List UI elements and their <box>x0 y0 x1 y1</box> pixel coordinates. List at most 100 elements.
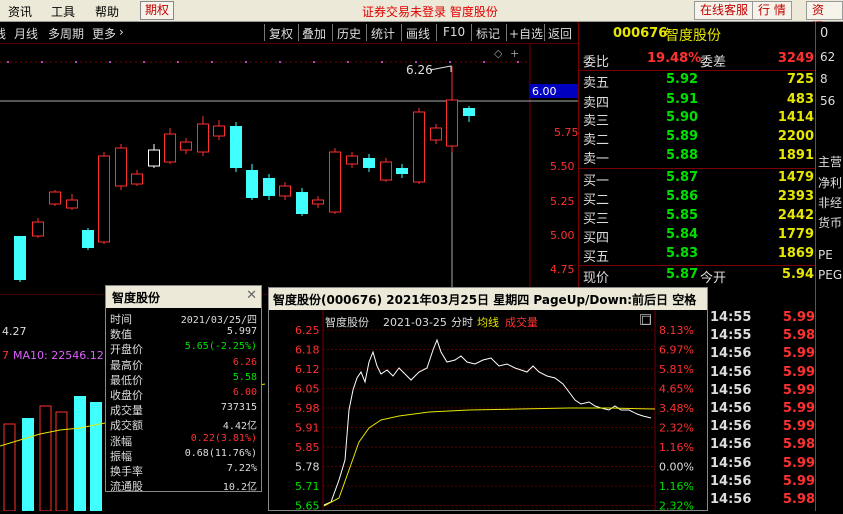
data-window[interactable]: 智度股份 ✕ 时间 2021/03/25/四 数值 5.997 开盘价 5.65(-2.2… <box>105 285 262 494</box>
toolbar-add-watchlist[interactable]: +自选 <box>509 25 543 42</box>
candle-body <box>296 192 308 214</box>
candle-body <box>131 173 143 185</box>
price-tick: 6.25 <box>295 324 320 337</box>
y-tick: 5.75 <box>554 126 578 139</box>
data-window-label: 成交额 <box>110 419 143 433</box>
trade-row: 14:56 5.99 <box>708 346 815 364</box>
price-tick: 5.85 <box>295 441 320 454</box>
trade-row: 14:56 5.99 <box>708 401 815 419</box>
bid-volume: 2442 <box>777 208 814 223</box>
toolbar-adjust[interactable]: 复权 <box>269 25 293 42</box>
weicha-label: 委差 <box>700 55 727 70</box>
price-axis-label: 4.27 <box>2 325 27 338</box>
price-tick: 6.18 <box>295 344 320 357</box>
menu-bar: 资讯 工具 帮助 期权 证券交易未登录 智度股份 在线客服 行 情 资 讯 <box>0 0 843 34</box>
online-service-button[interactable]: 在线客服 <box>694 1 755 20</box>
bid-label: 买一 <box>583 174 610 189</box>
bid-price: 5.87 <box>666 170 699 185</box>
intraday-window[interactable]: 智度股份(000676) 2021年03月25日 星期四 PageUp/Down… <box>268 287 708 511</box>
trade-time: 14:56 <box>710 473 752 489</box>
data-window-row: 振幅 0.68(11.76%) <box>106 448 261 463</box>
menu-item-tools[interactable]: 工具 <box>51 3 75 20</box>
bid-row[interactable]: 买三 5.85 2442 <box>579 208 816 228</box>
candle-body <box>148 149 160 167</box>
price-tick: 6.12 <box>295 363 320 376</box>
bid-row[interactable]: 买二 5.86 2393 <box>579 189 816 209</box>
trade-price: 5.98 <box>782 437 815 453</box>
data-window-value: 10.2亿 <box>222 482 257 494</box>
trade-time: 14:56 <box>710 382 752 398</box>
ask-label: 卖三 <box>583 114 610 129</box>
trade-row: 14:56 5.99 <box>708 456 815 474</box>
bid-row[interactable]: 买一 5.87 1479 <box>579 170 816 190</box>
grid-dot <box>313 61 315 63</box>
data-window-label: 时间 <box>110 313 132 326</box>
bid-volume: 1479 <box>777 170 814 185</box>
grid-dot <box>7 61 9 63</box>
tick-trades-list[interactable]: 14:55 5.99 14:55 5.98 14:56 5.99 14:56 5.99 14:5… <box>708 310 815 511</box>
ask-label: 卖四 <box>583 96 610 111</box>
ask-label: 卖五 <box>583 76 610 91</box>
chevron-right-icon[interactable]: › <box>119 25 124 39</box>
bid-row[interactable]: 买四 5.84 1779 <box>579 227 816 247</box>
grid-dot <box>347 61 349 63</box>
intraday-price-line <box>323 338 652 506</box>
ask-row[interactable]: 卖三 5.90 1414 <box>579 110 816 130</box>
ask-row[interactable]: 卖五 5.92 725 <box>579 72 816 92</box>
weicha-value: 3249 <box>777 51 814 66</box>
menu-item-news[interactable]: 资讯 <box>8 3 32 20</box>
plus-icon[interactable]: + <box>510 47 519 60</box>
ask-row[interactable]: 卖二 5.89 2200 <box>579 129 816 149</box>
toolbar-divider <box>366 24 367 41</box>
fundamental-text: 0 <box>820 26 829 41</box>
candle-body <box>98 155 110 243</box>
toolbar-f10[interactable]: F10 <box>443 25 465 39</box>
kline-chart[interactable]: 5.75 5.50 5.25 5.00 4.75 6.00 6.26 ◇ + <box>0 44 579 294</box>
news-button[interactable]: 资 讯 <box>806 1 843 34</box>
toolbar-divider <box>401 24 402 41</box>
toolbar-stats[interactable]: 统计 <box>371 25 395 42</box>
stock-code: 000676 <box>613 26 668 41</box>
close-icon[interactable]: ✕ <box>246 288 257 303</box>
diamond-icon[interactable]: ◇ <box>494 47 503 60</box>
webi-value: 19.48% <box>647 51 702 66</box>
toolbar-overlay[interactable]: 叠加 <box>302 25 326 42</box>
percent-tick: 1.16% <box>659 441 694 454</box>
fundamental-text: 56 <box>820 94 836 108</box>
toolbar-history[interactable]: 历史 <box>337 25 361 42</box>
kline-svg: 5.75 5.50 5.25 5.00 4.75 6.00 6.26 ◇ + <box>0 44 579 294</box>
candle-body <box>230 126 242 168</box>
price-tick: 5.78 <box>295 461 320 474</box>
grid-dot <box>245 61 247 63</box>
y-tick: 5.50 <box>550 160 575 173</box>
toolbar-draw[interactable]: 画线 <box>406 25 430 42</box>
candle-body <box>463 108 475 116</box>
data-window-label: 换手率 <box>110 465 143 478</box>
quotes-button[interactable]: 行 情 <box>752 1 792 20</box>
ask-row[interactable]: 卖四 5.91 483 <box>579 92 816 112</box>
toolbar-more[interactable]: 更多 <box>92 25 116 42</box>
fundamental-text: 非经 <box>818 196 843 210</box>
toolbar-divider <box>298 24 299 41</box>
quote-panel: 000676 智度股份 委比 19.48% 委差 3249 卖五 5.92 725 … <box>578 22 816 294</box>
data-window-title-text: 智度股份 <box>112 291 161 305</box>
menu-item-help[interactable]: 帮助 <box>95 3 119 20</box>
ma-prefix: 7 <box>2 349 9 362</box>
candle-body <box>279 185 291 197</box>
toolbar-monthly[interactable]: 月线 <box>14 25 38 42</box>
volume-bar <box>22 418 34 511</box>
menu-item-options[interactable]: 期权 <box>140 1 175 20</box>
trade-row: 14:56 5.99 <box>708 419 815 437</box>
trade-price: 5.99 <box>782 382 815 398</box>
bid-label: 买五 <box>583 250 610 265</box>
toolbar-mark[interactable]: 标记 <box>476 25 500 42</box>
toolbar-multi-period[interactable]: 多周期 <box>48 25 84 42</box>
candle-body <box>82 230 94 248</box>
ask-row[interactable]: 卖一 5.88 1891 <box>579 148 816 168</box>
ask-volume: 1414 <box>777 110 814 125</box>
open-value: 5.94 <box>781 267 814 282</box>
toolbar-back[interactable]: 返回 <box>548 25 572 42</box>
toolbar-line[interactable]: 线 <box>0 25 6 42</box>
bid-row[interactable]: 买五 5.83 1869 <box>579 246 816 266</box>
data-window-label: 振幅 <box>110 449 132 463</box>
